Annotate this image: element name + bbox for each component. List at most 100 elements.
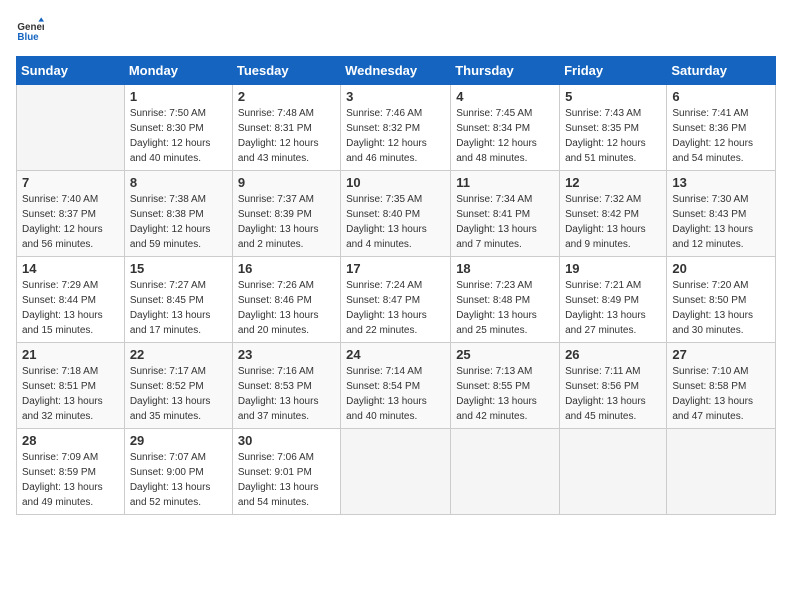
day-info: Sunrise: 7:30 AM Sunset: 8:43 PM Dayligh…: [672, 192, 770, 252]
day-info: Sunrise: 7:48 AM Sunset: 8:31 PM Dayligh…: [238, 106, 335, 166]
day-info: Sunrise: 7:11 AM Sunset: 8:56 PM Dayligh…: [565, 364, 661, 424]
day-number: 5: [565, 89, 661, 104]
day-info: Sunrise: 7:13 AM Sunset: 8:55 PM Dayligh…: [456, 364, 554, 424]
day-number: 23: [238, 347, 335, 362]
calendar-cell: 6 Sunrise: 7:41 AM Sunset: 8:36 PM Daylig…: [667, 85, 776, 171]
day-number: 8: [130, 175, 227, 190]
day-number: 20: [672, 261, 770, 276]
svg-text:Blue: Blue: [17, 32, 39, 43]
day-number: 24: [346, 347, 445, 362]
day-info: Sunrise: 7:37 AM Sunset: 8:39 PM Dayligh…: [238, 192, 335, 252]
calendar-cell: 30 Sunrise: 7:06 AM Sunset: 9:01 PM Dayli…: [232, 429, 340, 515]
day-number: 6: [672, 89, 770, 104]
day-info: Sunrise: 7:50 AM Sunset: 8:30 PM Dayligh…: [130, 106, 227, 166]
day-info: Sunrise: 7:16 AM Sunset: 8:53 PM Dayligh…: [238, 364, 335, 424]
day-number: 22: [130, 347, 227, 362]
calendar-cell: 12 Sunrise: 7:32 AM Sunset: 8:42 PM Dayli…: [560, 171, 667, 257]
day-number: 27: [672, 347, 770, 362]
day-number: 26: [565, 347, 661, 362]
calendar-cell: 3 Sunrise: 7:46 AM Sunset: 8:32 PM Daylig…: [341, 85, 451, 171]
calendar-cell: 26 Sunrise: 7:11 AM Sunset: 8:56 PM Dayli…: [560, 343, 667, 429]
col-header-wednesday: Wednesday: [341, 57, 451, 85]
day-info: Sunrise: 7:45 AM Sunset: 8:34 PM Dayligh…: [456, 106, 554, 166]
calendar-cell: 5 Sunrise: 7:43 AM Sunset: 8:35 PM Daylig…: [560, 85, 667, 171]
calendar-table: SundayMondayTuesdayWednesdayThursdayFrid…: [16, 56, 776, 515]
calendar-cell: 17 Sunrise: 7:24 AM Sunset: 8:47 PM Dayli…: [341, 257, 451, 343]
day-info: Sunrise: 7:23 AM Sunset: 8:48 PM Dayligh…: [456, 278, 554, 338]
day-info: Sunrise: 7:09 AM Sunset: 8:59 PM Dayligh…: [22, 450, 119, 510]
day-info: Sunrise: 7:18 AM Sunset: 8:51 PM Dayligh…: [22, 364, 119, 424]
day-info: Sunrise: 7:07 AM Sunset: 9:00 PM Dayligh…: [130, 450, 227, 510]
calendar-cell: 29 Sunrise: 7:07 AM Sunset: 9:00 PM Dayli…: [124, 429, 232, 515]
col-header-friday: Friday: [560, 57, 667, 85]
day-number: 19: [565, 261, 661, 276]
calendar-cell: 11 Sunrise: 7:34 AM Sunset: 8:41 PM Dayli…: [451, 171, 560, 257]
day-info: Sunrise: 7:17 AM Sunset: 8:52 PM Dayligh…: [130, 364, 227, 424]
day-number: 29: [130, 433, 227, 448]
day-number: 3: [346, 89, 445, 104]
calendar-cell: 4 Sunrise: 7:45 AM Sunset: 8:34 PM Daylig…: [451, 85, 560, 171]
day-info: Sunrise: 7:24 AM Sunset: 8:47 PM Dayligh…: [346, 278, 445, 338]
calendar-cell: 2 Sunrise: 7:48 AM Sunset: 8:31 PM Daylig…: [232, 85, 340, 171]
day-number: 25: [456, 347, 554, 362]
day-number: 11: [456, 175, 554, 190]
day-info: Sunrise: 7:29 AM Sunset: 8:44 PM Dayligh…: [22, 278, 119, 338]
calendar-cell: 22 Sunrise: 7:17 AM Sunset: 8:52 PM Dayli…: [124, 343, 232, 429]
calendar-cell: [17, 85, 125, 171]
calendar-cell: 28 Sunrise: 7:09 AM Sunset: 8:59 PM Dayli…: [17, 429, 125, 515]
day-number: 7: [22, 175, 119, 190]
calendar-cell: 21 Sunrise: 7:18 AM Sunset: 8:51 PM Dayli…: [17, 343, 125, 429]
day-number: 28: [22, 433, 119, 448]
day-info: Sunrise: 7:21 AM Sunset: 8:49 PM Dayligh…: [565, 278, 661, 338]
day-number: 13: [672, 175, 770, 190]
day-info: Sunrise: 7:41 AM Sunset: 8:36 PM Dayligh…: [672, 106, 770, 166]
calendar-cell: [451, 429, 560, 515]
day-number: 10: [346, 175, 445, 190]
calendar-cell: 18 Sunrise: 7:23 AM Sunset: 8:48 PM Dayli…: [451, 257, 560, 343]
day-info: Sunrise: 7:38 AM Sunset: 8:38 PM Dayligh…: [130, 192, 227, 252]
col-header-thursday: Thursday: [451, 57, 560, 85]
calendar-cell: 7 Sunrise: 7:40 AM Sunset: 8:37 PM Daylig…: [17, 171, 125, 257]
calendar-cell: 8 Sunrise: 7:38 AM Sunset: 8:38 PM Daylig…: [124, 171, 232, 257]
day-info: Sunrise: 7:43 AM Sunset: 8:35 PM Dayligh…: [565, 106, 661, 166]
page-header: General Blue: [16, 16, 776, 44]
day-info: Sunrise: 7:27 AM Sunset: 8:45 PM Dayligh…: [130, 278, 227, 338]
calendar-cell: 24 Sunrise: 7:14 AM Sunset: 8:54 PM Dayli…: [341, 343, 451, 429]
day-number: 16: [238, 261, 335, 276]
calendar-cell: 20 Sunrise: 7:20 AM Sunset: 8:50 PM Dayli…: [667, 257, 776, 343]
day-number: 17: [346, 261, 445, 276]
calendar-cell: 16 Sunrise: 7:26 AM Sunset: 8:46 PM Dayli…: [232, 257, 340, 343]
logo: General Blue: [16, 16, 48, 44]
day-number: 30: [238, 433, 335, 448]
day-info: Sunrise: 7:06 AM Sunset: 9:01 PM Dayligh…: [238, 450, 335, 510]
day-number: 2: [238, 89, 335, 104]
day-number: 21: [22, 347, 119, 362]
day-number: 15: [130, 261, 227, 276]
calendar-cell: 19 Sunrise: 7:21 AM Sunset: 8:49 PM Dayli…: [560, 257, 667, 343]
day-number: 12: [565, 175, 661, 190]
day-info: Sunrise: 7:26 AM Sunset: 8:46 PM Dayligh…: [238, 278, 335, 338]
day-number: 18: [456, 261, 554, 276]
day-number: 1: [130, 89, 227, 104]
col-header-sunday: Sunday: [17, 57, 125, 85]
calendar-cell: 23 Sunrise: 7:16 AM Sunset: 8:53 PM Dayli…: [232, 343, 340, 429]
day-info: Sunrise: 7:32 AM Sunset: 8:42 PM Dayligh…: [565, 192, 661, 252]
day-info: Sunrise: 7:34 AM Sunset: 8:41 PM Dayligh…: [456, 192, 554, 252]
day-info: Sunrise: 7:14 AM Sunset: 8:54 PM Dayligh…: [346, 364, 445, 424]
calendar-cell: [560, 429, 667, 515]
calendar-cell: [341, 429, 451, 515]
col-header-monday: Monday: [124, 57, 232, 85]
calendar-cell: 27Sunrise: 7:10 AM Sunset: 8:58 PM Dayli…: [667, 343, 776, 429]
calendar-cell: 13 Sunrise: 7:30 AM Sunset: 8:43 PM Dayli…: [667, 171, 776, 257]
calendar-cell: 10 Sunrise: 7:35 AM Sunset: 8:40 PM Dayli…: [341, 171, 451, 257]
day-info: Sunrise: 7:40 AM Sunset: 8:37 PM Dayligh…: [22, 192, 119, 252]
day-info: Sunrise: 7:20 AM Sunset: 8:50 PM Dayligh…: [672, 278, 770, 338]
calendar-cell: 15 Sunrise: 7:27 AM Sunset: 8:45 PM Dayli…: [124, 257, 232, 343]
day-number: 4: [456, 89, 554, 104]
calendar-cell: 14 Sunrise: 7:29 AM Sunset: 8:44 PM Dayli…: [17, 257, 125, 343]
day-number: 14: [22, 261, 119, 276]
day-info: Sunrise: 7:46 AM Sunset: 8:32 PM Dayligh…: [346, 106, 445, 166]
day-info: Sunrise: 7:35 AM Sunset: 8:40 PM Dayligh…: [346, 192, 445, 252]
calendar-cell: [667, 429, 776, 515]
col-header-saturday: Saturday: [667, 57, 776, 85]
